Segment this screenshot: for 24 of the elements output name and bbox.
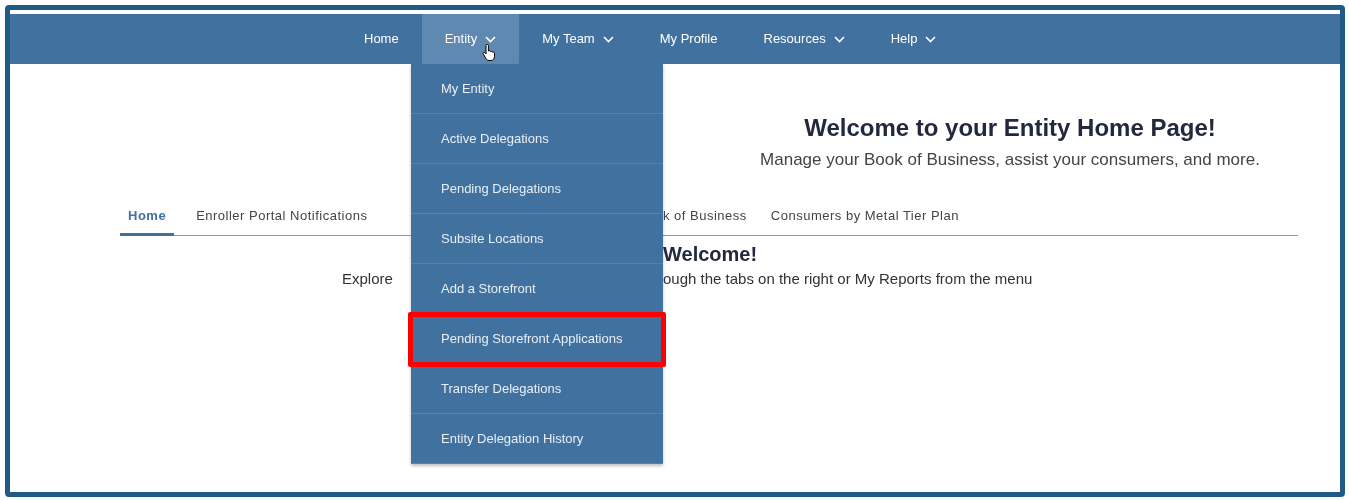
menu-item[interactable]: Transfer Delegations: [411, 364, 663, 414]
menu-item[interactable]: Add a Storefront: [411, 264, 663, 314]
welcome-text: Explore: [342, 269, 393, 289]
welcome-text: ough the tabs on the right or My Reports from the menu: [663, 269, 1033, 289]
tab[interactable]: Consumers by Metal Tier Plan: [770, 205, 959, 236]
menu-item[interactable]: Entity Delegation History: [411, 414, 663, 464]
tab[interactable]: k of Business: [663, 205, 747, 236]
nav-item[interactable]: Resources: [740, 14, 868, 64]
page-title: Welcome to your Entity Home Page!: [804, 114, 1216, 143]
menu-item[interactable]: Pending Storefront Applications: [411, 314, 663, 364]
nav-item[interactable]: My Team: [519, 14, 637, 64]
page-subtitle: Manage your Book of Business, assist your consumers, and more.: [760, 149, 1260, 171]
welcome-heading: Welcome!: [663, 242, 758, 266]
menu-item[interactable]: Active Delegations: [411, 114, 663, 164]
menu-item[interactable]: My Entity: [411, 64, 663, 114]
hand-cursor-icon: [482, 44, 496, 61]
menu-item[interactable]: Pending Delegations: [411, 164, 663, 214]
nav-item[interactable]: My Profile: [636, 14, 741, 64]
tab[interactable]: Home: [120, 205, 175, 236]
nav-item[interactable]: Entity: [421, 14, 520, 64]
nav-item[interactable]: Home: [341, 14, 422, 64]
tab[interactable]: Enroller Portal Notifications: [196, 205, 368, 236]
menu-item[interactable]: Subsite Locations: [411, 214, 663, 264]
nav-item[interactable]: Help: [867, 14, 960, 64]
